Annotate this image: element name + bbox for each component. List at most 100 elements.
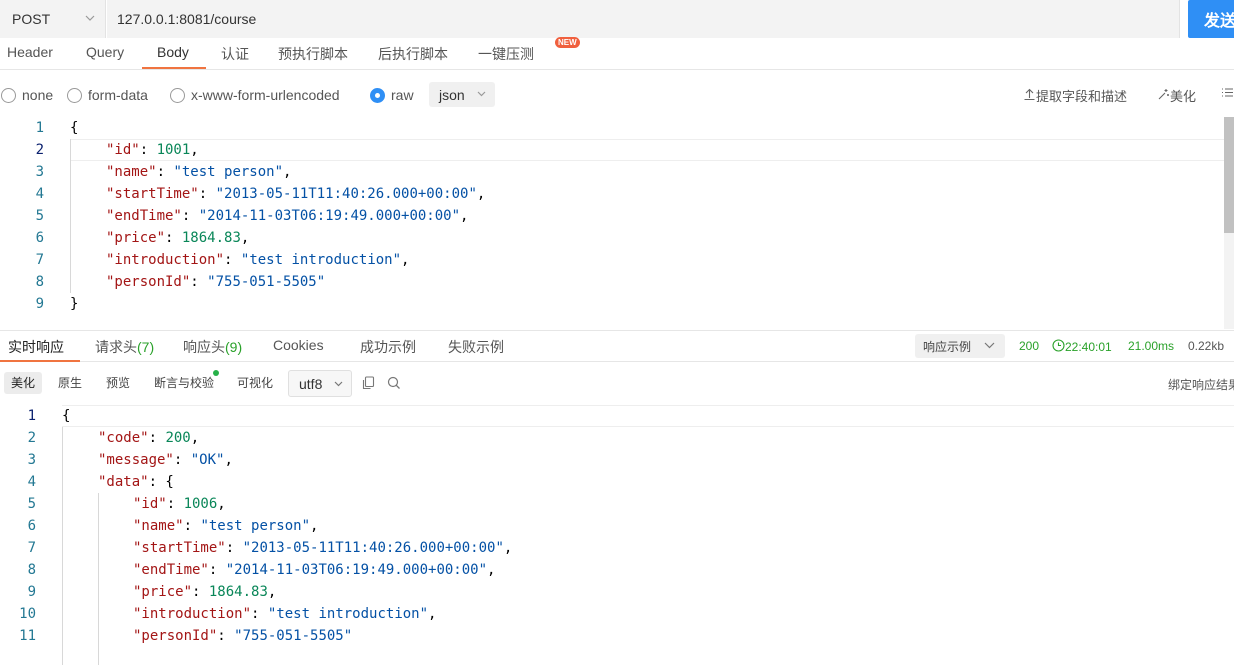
response-name-value: test person (208, 518, 302, 534)
response-size: 0.22kb (1188, 339, 1225, 353)
radio-urlencoded[interactable]: x-www-form-urlencoded (170, 87, 340, 103)
url-input[interactable]: 127.0.0.1:8081/course (107, 0, 1180, 38)
status-dot (213, 370, 219, 376)
code-text: "introduction": "test introduction", (133, 606, 437, 622)
request-body-editor[interactable]: 1 { 2 "id": 1001, 3 "name": "test person… (0, 117, 1234, 329)
view-beautify[interactable]: 美化 (4, 372, 43, 394)
request-starttime-value: 2013-05-11T11:40:26.000+00:00 (224, 186, 469, 202)
view-preview[interactable]: 预览 (99, 372, 137, 394)
tab-label: 请求头 (95, 339, 137, 355)
count-badge: (9) (225, 339, 243, 355)
radio-circle (170, 87, 185, 103)
radio-form-data[interactable]: form-data (67, 87, 148, 103)
code-line: 2 "code": 200, (0, 427, 1234, 449)
line-number: 9 (35, 296, 44, 312)
code-text: "message": "OK", (98, 452, 233, 468)
format-select[interactable]: json (429, 82, 495, 107)
request-tabs: Header Query Body 认证 预执行脚本 后执行脚本 一键压测 (0, 38, 1234, 70)
request-introduction-value: test introduction (249, 252, 393, 268)
count-badge: (7) (137, 339, 155, 355)
line-number: 3 (27, 452, 36, 468)
clock-icon (1052, 339, 1065, 355)
code-text: "startTime": "2013-05-11T11:40:26.000+00… (133, 540, 513, 556)
response-message-value: OK (199, 452, 217, 468)
code-line: 7 "introduction": "test introduction", (0, 249, 1224, 271)
code-line: 1 { (0, 117, 1224, 139)
chevron-down-icon (334, 381, 343, 387)
line-number: 8 (35, 274, 44, 290)
tab-response-headers[interactable]: 响应头(9) (183, 337, 242, 357)
chevron-down-icon (984, 342, 995, 349)
code-line: 8 "endTime": "2014-11-03T06:19:49.000+00… (0, 559, 1234, 581)
code-line: 8 "personId": "755-051-5505" (0, 271, 1224, 293)
beautify-label: 美化 (1170, 89, 1197, 104)
tab-fail-example[interactable]: 失败示例 (448, 337, 504, 357)
tab-body[interactable]: Body (157, 44, 189, 60)
bind-response-button[interactable]: 绑定响应结果 (1168, 376, 1234, 393)
code-line: 4 "data": { (0, 471, 1234, 493)
extract-fields-button[interactable]: 提取字段和描述 (1023, 86, 1127, 105)
response-id-value: 1006 (183, 496, 218, 512)
search-icon[interactable] (387, 376, 401, 393)
tab-post-script[interactable]: 后执行脚本 (378, 44, 448, 64)
code-text: "personId": "755-051-5505" (133, 628, 353, 644)
radio-circle (1, 87, 16, 103)
tab-success-example[interactable]: 成功示例 (360, 337, 416, 357)
chevron-down-icon (85, 15, 95, 22)
radio-circle (370, 87, 385, 103)
view-raw[interactable]: 原生 (51, 372, 89, 394)
list-icon[interactable] (1221, 86, 1234, 99)
code-text: { (62, 408, 71, 424)
line-number: 2 (35, 142, 44, 158)
scrollbar-thumb[interactable] (1224, 117, 1234, 233)
request-editor-scrollbar[interactable] (1224, 117, 1234, 329)
encoding-select[interactable]: utf8 (288, 370, 352, 397)
tab-header[interactable]: Header (7, 44, 53, 60)
send-button[interactable]: 发送 (1188, 0, 1234, 38)
new-badge: NEW (555, 37, 580, 48)
tab-query[interactable]: Query (86, 44, 124, 60)
code-text: "name": "test person", (106, 164, 292, 180)
line-number: 7 (35, 252, 44, 268)
code-text: { (70, 120, 79, 136)
magic-wand-icon (1157, 88, 1170, 104)
code-line: 5 "id": 1006, (0, 493, 1234, 515)
request-personid-value: 755-051-5505 (215, 274, 317, 290)
request-name-value: test person (181, 164, 275, 180)
radio-label: none (22, 87, 54, 103)
tab-auth[interactable]: 认证 (221, 44, 249, 64)
encoding-label: utf8 (299, 375, 323, 392)
code-line: 6 "price": 1864.83, (0, 227, 1224, 249)
active-tab-indicator (142, 67, 206, 69)
tab-pre-script[interactable]: 预执行脚本 (278, 44, 348, 64)
line-number: 5 (35, 208, 44, 224)
radio-circle (67, 87, 82, 103)
code-line: 6 "name": "test person", (0, 515, 1234, 537)
radio-raw[interactable]: raw (370, 87, 414, 103)
upload-icon (1023, 88, 1036, 104)
code-line: 3 "message": "OK", (0, 449, 1234, 471)
tab-request-headers[interactable]: 请求头(7) (95, 337, 154, 357)
radio-label: form-data (88, 87, 148, 103)
line-number: 11 (19, 628, 36, 644)
code-text: "endTime": "2014-11-03T06:19:49.000+00:0… (133, 562, 496, 578)
view-visualize[interactable]: 可视化 (230, 372, 280, 394)
tab-cookies[interactable]: Cookies (273, 337, 324, 353)
code-line: 9 "price": 1864.83, (0, 581, 1234, 603)
method-select[interactable]: POST (0, 0, 106, 38)
beautify-button[interactable]: 美化 (1157, 86, 1196, 105)
response-example-select[interactable]: 响应示例 (915, 334, 1005, 358)
tab-stress-test[interactable]: 一键压测 (478, 44, 534, 64)
code-line: 3 "name": "test person", (0, 161, 1224, 183)
line-number: 4 (35, 186, 44, 202)
code-text: "endTime": "2014-11-03T06:19:49.000+00:0… (106, 208, 469, 224)
radio-none[interactable]: none (1, 87, 53, 103)
chevron-down-icon (477, 91, 486, 97)
tab-realtime-response[interactable]: 实时响应 (8, 337, 64, 357)
response-toolbar: 美化 原生 预览 断言与校验 可视化 utf8 绑定响应结果 (0, 364, 1234, 402)
request-endtime-value: 2014-11-03T06:19:49.000+00:00 (207, 208, 452, 224)
line-number: 6 (27, 518, 36, 534)
copy-icon[interactable] (362, 376, 375, 393)
view-assert[interactable]: 断言与校验 (147, 372, 221, 394)
response-body-viewer[interactable]: 1 { 2 "code": 200, 3 "message": "OK", 4 … (0, 405, 1234, 665)
